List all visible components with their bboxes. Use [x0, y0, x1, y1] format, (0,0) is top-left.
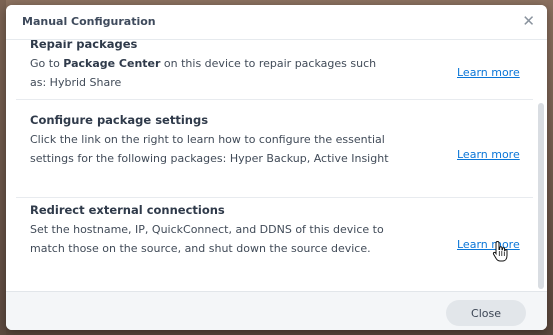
section-repair-packages: Repair packages Go to Package Center on … [16, 39, 533, 100]
dialog-header: Manual Configuration ✕ [6, 5, 547, 40]
dialog-title: Manual Configuration [22, 15, 156, 28]
dialog-content: Repair packages Go to Package Center on … [6, 39, 547, 291]
manual-configuration-dialog: Manual Configuration ✕ Repair packages G… [6, 5, 547, 330]
section-title: Configure package settings [30, 113, 209, 127]
learn-more-link-redirect[interactable]: Learn more [457, 238, 520, 251]
section-redirect-external-connections: Redirect external connections Set the ho… [16, 203, 533, 285]
close-button[interactable]: Close [446, 300, 526, 326]
section-description: Go to Package Center on this device to r… [30, 57, 377, 89]
backdrop-right [547, 0, 553, 335]
package-center-label: Package Center [63, 57, 161, 70]
section-description: Set the hostname, IP, QuickConnect, and … [30, 223, 384, 255]
section-title: Redirect external connections [30, 203, 225, 217]
section-title: Repair packages [30, 39, 138, 51]
learn-more-link-repair[interactable]: Learn more [457, 66, 520, 79]
scrollbar-thumb[interactable] [538, 103, 544, 289]
close-icon[interactable]: ✕ [522, 11, 535, 31]
learn-more-link-configure[interactable]: Learn more [457, 148, 520, 161]
section-description: Click the link on the right to learn how… [30, 133, 389, 165]
dialog-footer: Close [6, 291, 547, 330]
section-configure-package-settings: Configure package settings Click the lin… [16, 113, 533, 198]
hand-pointer-icon [492, 240, 508, 262]
